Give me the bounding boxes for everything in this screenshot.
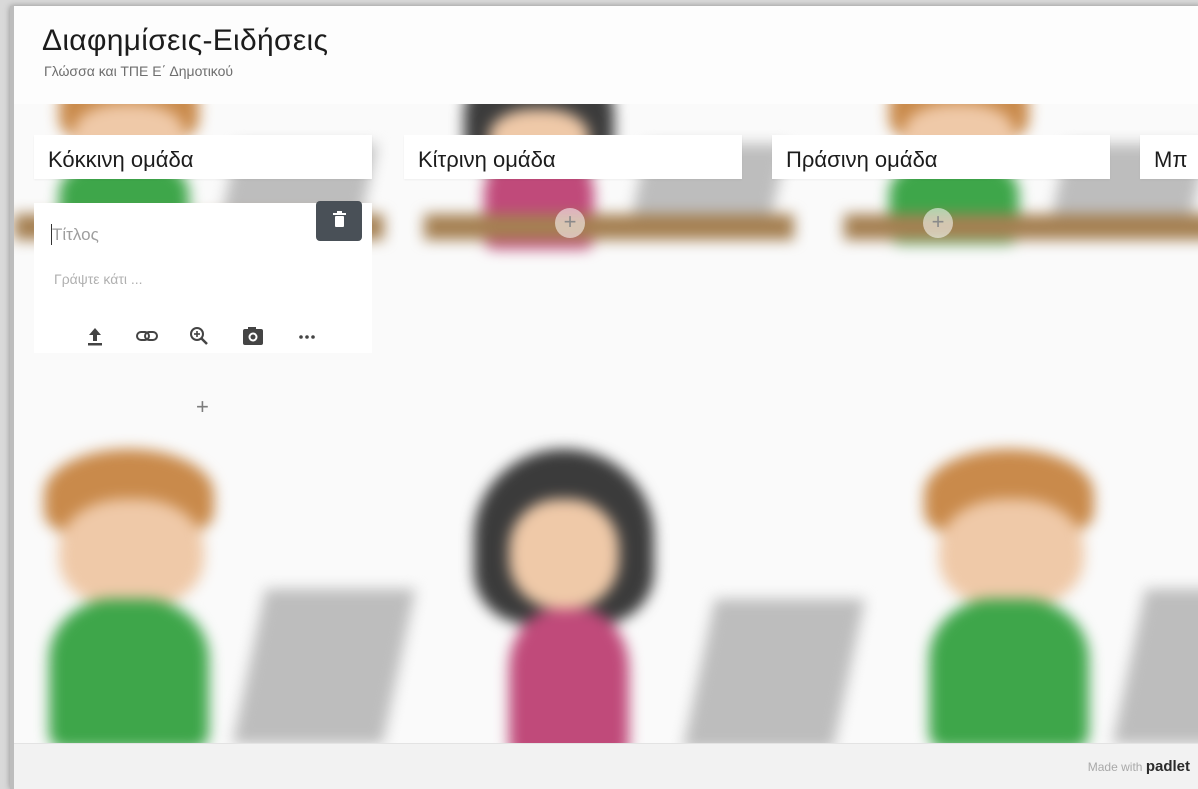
padlet-header: Διαφημίσεις-Ειδήσεις Γλώσσα και ΤΠΕ Ε΄ Δ… [14, 6, 1198, 104]
more-options-button[interactable] [292, 321, 322, 351]
post-composer: Τίτλος Γράψτε κάτι ... [34, 201, 372, 353]
footer: Made with padlet [14, 743, 1198, 789]
column-title: Κίτρινη ομάδα [418, 147, 556, 172]
search-image-button[interactable] [184, 321, 214, 351]
page-title: Διαφημίσεις-Ειδήσεις [42, 24, 329, 57]
plus-icon: + [196, 394, 209, 419]
column-header-green[interactable]: Πράσινη ομάδα [772, 135, 1110, 179]
add-post-button[interactable]: + [555, 208, 585, 238]
camera-icon [243, 327, 263, 345]
column-header-yellow[interactable]: Κίτρινη ομάδα [404, 135, 742, 179]
upload-button[interactable] [80, 321, 110, 351]
column-title: Μπ [1154, 147, 1188, 172]
delete-post-button[interactable] [316, 201, 362, 241]
camera-button[interactable] [238, 321, 268, 351]
column-header-partial[interactable]: Μπ [1140, 135, 1198, 179]
link-icon [136, 331, 158, 341]
add-post-button[interactable]: + [196, 394, 209, 420]
made-with-padlet-link[interactable]: Made with padlet [1088, 758, 1190, 775]
upload-icon [88, 328, 102, 346]
made-with-text: Made with [1087, 760, 1143, 774]
more-icon [299, 335, 315, 339]
page-subtitle: Γλώσσα και ΤΠΕ Ε΄ Δημοτικού [44, 63, 234, 79]
column-title: Κόκκινη ομάδα [48, 147, 194, 172]
column-title: Πράσινη ομάδα [786, 147, 938, 172]
post-body-input[interactable]: Γράψτε κάτι ... [54, 271, 143, 287]
trash-icon [333, 211, 346, 227]
post-title-input[interactable]: Τίτλος [52, 225, 99, 245]
plus-icon: + [563, 209, 577, 234]
padlet-wall: Κόκκινη ομάδα Κίτρινη ομάδα Πράσινη ομάδ… [14, 104, 1198, 744]
padlet-window: Διαφημίσεις-Ειδήσεις Γλώσσα και ΤΠΕ Ε΄ Δ… [10, 6, 1198, 789]
padlet-logo: padlet [1145, 758, 1190, 775]
plus-icon: + [931, 209, 945, 234]
add-post-button[interactable]: + [923, 208, 953, 238]
column-header-red[interactable]: Κόκκινη ομάδα [34, 135, 372, 179]
link-button[interactable] [132, 321, 162, 351]
columns-container: Κόκκινη ομάδα Κίτρινη ομάδα Πράσινη ομάδ… [14, 104, 1198, 744]
search-zoom-icon [190, 327, 208, 345]
